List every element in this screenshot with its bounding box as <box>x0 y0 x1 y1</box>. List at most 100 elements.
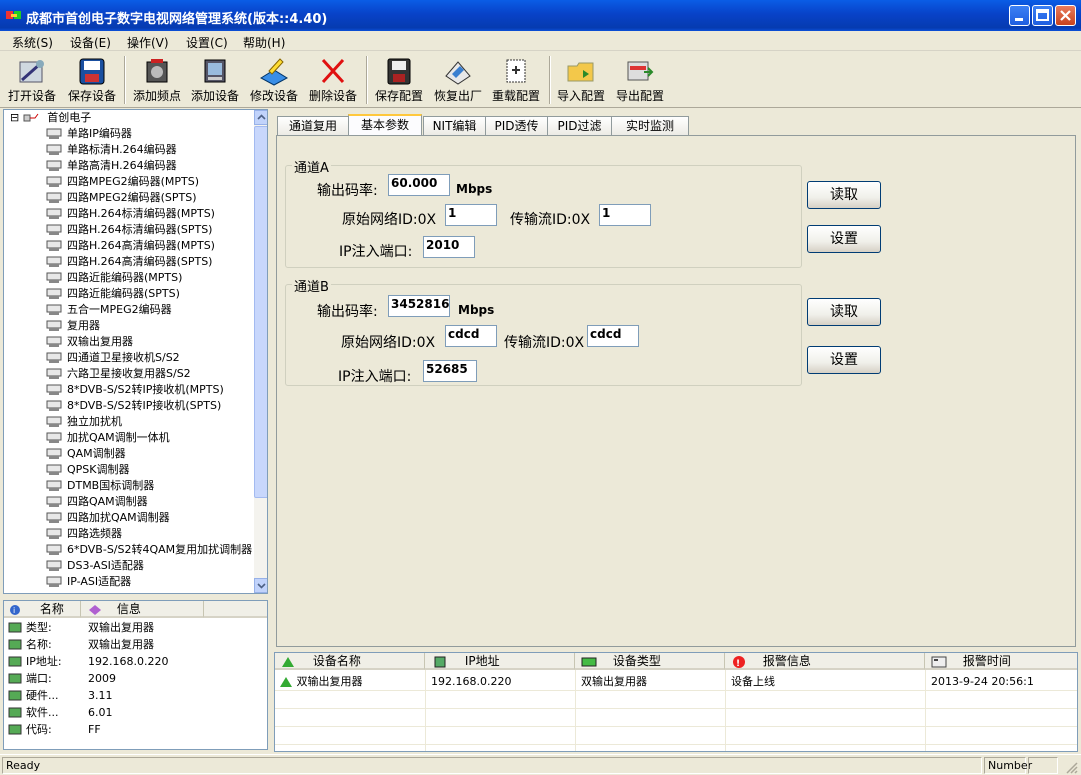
tree-item[interactable]: 五合一MPEG2编码器 <box>44 302 172 318</box>
export-config-button[interactable]: 导出配置 <box>614 54 666 106</box>
tree-item[interactable]: 四路H.264高清编码器(MPTS) <box>44 238 215 254</box>
tree-item[interactable]: 加扰QAM调制一体机 <box>44 430 170 446</box>
tree-item[interactable]: 独立加扰机 <box>44 414 122 430</box>
device-tree[interactable]: ⊟ 首创电子 单路IP编码器 单路标清H.264编码器 单路高清H.264编码器 四路… <box>3 109 268 594</box>
tree-item[interactable]: 四路QAM调制器 <box>44 494 148 510</box>
minimize-button[interactable] <box>1009 5 1030 26</box>
list-item[interactable]: IP地址: 192.168.0.220 <box>6 653 266 670</box>
save-config-button[interactable]: 保存配置 <box>372 54 426 106</box>
tab-nit-edit[interactable]: NIT编辑 <box>423 116 486 135</box>
alarm-header-device-name[interactable]: 设备名称 <box>275 653 425 670</box>
tree-item[interactable]: 单路高清H.264编码器 <box>44 158 177 174</box>
list-item[interactable]: 硬件... 3.11 <box>6 687 266 704</box>
alarm-list[interactable]: 设备名称 IP地址 设备类型 ! 报警信息 报警时间 双输出复用器 192.16… <box>274 652 1078 752</box>
tree-item[interactable]: 四通道卫星接收机S/S2 <box>44 350 180 366</box>
add-device-button[interactable]: 添加设备 <box>189 54 241 106</box>
tree-item[interactable]: 四路近能编码器(MPTS) <box>44 270 182 286</box>
tree-item[interactable]: IP-ASI适配器 <box>44 574 131 590</box>
device-icon <box>46 208 62 219</box>
scroll-down-button[interactable] <box>254 578 267 593</box>
channel-a-tsid-input[interactable]: 1 <box>599 204 651 226</box>
menu-system[interactable]: 系统(S) <box>12 34 53 51</box>
info-key: 端口: <box>26 672 52 685</box>
list-item[interactable]: 软件... 6.01 <box>6 704 266 721</box>
app-logo-icon <box>6 11 21 19</box>
tab-pid-passthrough[interactable]: PID透传 <box>485 116 548 135</box>
tree-expander[interactable]: ⊟ <box>10 111 19 124</box>
delete-device-button[interactable]: 删除设备 <box>307 54 359 106</box>
tree-item[interactable]: 四路H.264高清编码器(SPTS) <box>44 254 212 270</box>
tree-root[interactable]: ⊟ 首创电子 <box>10 110 91 126</box>
scroll-up-button[interactable] <box>254 110 267 125</box>
channel-b-rate-input[interactable]: 3452816. <box>388 295 450 317</box>
tree-item[interactable]: 双输出复用器 <box>44 334 133 350</box>
tree-root-label: 首创电子 <box>47 111 92 124</box>
tree-item[interactable]: QPSK调制器 <box>44 462 130 478</box>
channel-b-netid-input[interactable]: cdcd <box>445 325 497 347</box>
add-frequency-button[interactable]: 添加频点 <box>130 54 184 106</box>
alarm-header-ip[interactable]: IP地址 <box>425 653 575 670</box>
alarm-header-alarm-time[interactable]: 报警时间 <box>925 653 1077 670</box>
menu-operation[interactable]: 操作(V) <box>127 34 169 51</box>
info-header-name[interactable]: i 名称 <box>4 601 81 618</box>
alarm-header-device-type[interactable]: 设备类型 <box>575 653 725 670</box>
tree-item[interactable]: 四路H.264标清编码器(MPTS) <box>44 206 215 222</box>
tree-scrollbar[interactable] <box>254 110 267 593</box>
channel-b-read-button[interactable]: 读取 <box>807 298 881 326</box>
tab-channel-mux[interactable]: 通道复用 <box>277 116 349 135</box>
menu-device[interactable]: 设备(E) <box>70 34 111 51</box>
tree-item[interactable]: 四路加扰QAM调制器 <box>44 510 170 526</box>
tree-item[interactable]: 四路近能编码器(SPTS) <box>44 286 180 302</box>
tree-item[interactable]: 四路MPEG2编码器(SPTS) <box>44 190 197 206</box>
list-item[interactable]: 代码: FF <box>6 721 266 738</box>
tree-item[interactable]: 四路选频器 <box>44 526 122 542</box>
title-bar[interactable]: 成都市首创电子数字电视网络管理系统(版本::4.40) <box>0 0 1081 31</box>
device-icon <box>46 224 62 235</box>
maximize-button[interactable] <box>1032 5 1053 26</box>
tree-item[interactable]: 六路卫星接收复用器S/S2 <box>44 366 191 382</box>
open-device-button[interactable]: 打开设备 <box>6 54 58 106</box>
device-icon <box>46 512 62 523</box>
tab-basic-params[interactable]: 基本参数 <box>348 114 422 136</box>
close-button[interactable] <box>1055 5 1076 26</box>
menu-settings[interactable]: 设置(C) <box>186 34 228 51</box>
alarm-header-alarm-info[interactable]: ! 报警信息 <box>725 653 925 670</box>
list-item[interactable]: 端口: 2009 <box>6 670 266 687</box>
tree-item[interactable]: 复用器 <box>44 318 100 334</box>
factory-reset-button[interactable]: 恢复出厂 <box>432 54 484 106</box>
import-config-button[interactable]: 导入配置 <box>555 54 607 106</box>
tree-item[interactable]: 单路IP编码器 <box>44 126 132 142</box>
menu-help[interactable]: 帮助(H) <box>243 34 285 51</box>
modify-device-button[interactable]: 修改设备 <box>248 54 300 106</box>
tree-item[interactable]: 单路标清H.264编码器 <box>44 142 177 158</box>
reload-config-button[interactable]: 重载配置 <box>490 54 542 106</box>
list-item[interactable]: 类型: 双输出复用器 <box>6 619 266 636</box>
tree-item[interactable]: 8*DVB-S/S2转IP接收机(SPTS) <box>44 398 221 414</box>
chevron-down-icon <box>257 583 266 589</box>
channel-b-tsid-input[interactable]: cdcd <box>587 325 639 347</box>
info-header-blank[interactable] <box>204 601 267 618</box>
device-icon <box>46 144 62 155</box>
channel-b-set-button[interactable]: 设置 <box>807 346 881 374</box>
channel-a-set-button[interactable]: 设置 <box>807 225 881 253</box>
tab-pid-filter[interactable]: PID过滤 <box>547 116 612 135</box>
tree-item[interactable]: 6*DVB-S/S2转4QAM复用加扰调制器 <box>44 542 252 558</box>
channel-a-netid-input[interactable]: 1 <box>445 204 497 226</box>
tree-item[interactable]: DTMB国标调制器 <box>44 478 154 494</box>
channel-a-port-input[interactable]: 2010 <box>423 236 475 258</box>
scroll-thumb[interactable] <box>254 126 267 498</box>
tree-item[interactable]: QAM调制器 <box>44 446 126 462</box>
channel-b-port-input[interactable]: 52685 <box>423 360 477 382</box>
tab-realtime-monitor[interactable]: 实时监测 <box>611 116 689 135</box>
channel-a-read-button[interactable]: 读取 <box>807 181 881 209</box>
save-device-button[interactable]: 保存设备 <box>66 54 118 106</box>
svg-text:!: ! <box>736 659 740 669</box>
info-header-info[interactable]: 信息 <box>81 601 204 618</box>
resize-grip-icon[interactable] <box>1064 760 1078 774</box>
tree-item[interactable]: 四路MPEG2编码器(MPTS) <box>44 174 199 190</box>
channel-a-rate-input[interactable]: 60.000 <box>388 174 450 196</box>
list-item[interactable]: 名称: 双输出复用器 <box>6 636 266 653</box>
tree-item[interactable]: DS3-ASI适配器 <box>44 558 144 574</box>
tree-item[interactable]: 四路H.264标清编码器(SPTS) <box>44 222 212 238</box>
tree-item[interactable]: 8*DVB-S/S2转IP接收机(MPTS) <box>44 382 224 398</box>
